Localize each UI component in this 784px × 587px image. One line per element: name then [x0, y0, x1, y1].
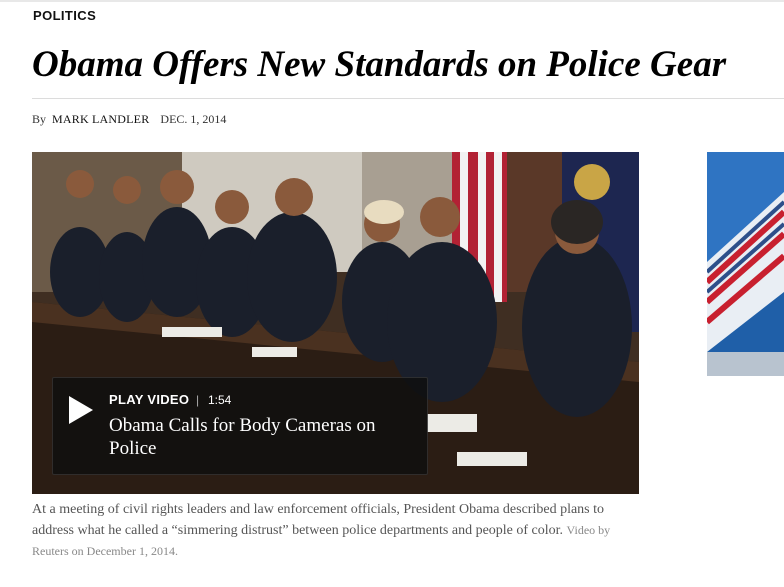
section-label[interactable]: POLITICS — [33, 8, 96, 23]
byline-prefix: By — [32, 112, 47, 126]
byline: By MARK LANDLER DEC. 1, 2014 — [32, 112, 226, 127]
video-title[interactable]: Obama Calls for Body Cameras on Police — [109, 414, 409, 460]
caption-text: At a meeting of civil rights leaders and… — [32, 502, 605, 538]
photo-caption: At a meeting of civil rights leaders and… — [32, 499, 642, 562]
author-link[interactable]: MARK LANDLER — [52, 112, 149, 126]
play-icon[interactable] — [69, 396, 93, 424]
video-overlay[interactable]: PLAY VIDEO | 1:54 Obama Calls for Body C… — [52, 377, 428, 475]
label-separator: | — [196, 393, 200, 407]
video-player[interactable]: PLAY VIDEO | 1:54 Obama Calls for Body C… — [32, 152, 639, 494]
headline-divider — [32, 98, 784, 99]
top-rule — [0, 0, 784, 2]
ad-image — [707, 152, 784, 376]
publish-date: DEC. 1, 2014 — [160, 112, 227, 126]
play-video-label[interactable]: PLAY VIDEO — [109, 392, 189, 407]
advertisement[interactable] — [707, 152, 784, 376]
article-headline: Obama Offers New Standards on Police Gea… — [32, 44, 727, 85]
video-duration: 1:54 — [208, 393, 232, 407]
